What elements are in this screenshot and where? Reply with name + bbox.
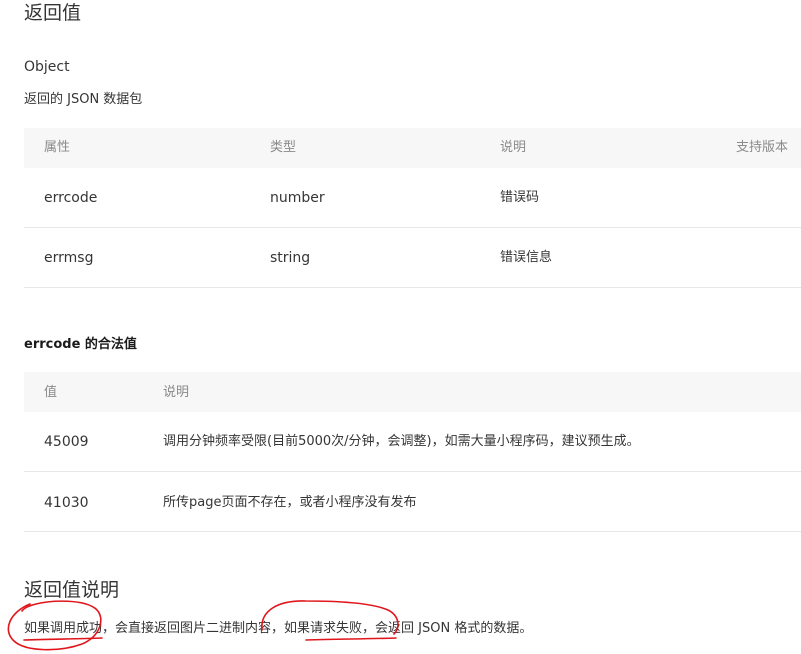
table-row: 45009 调用分钟频率受限(目前5000次/分钟，会调整)，如需大量小程序码，… [24, 412, 801, 471]
errcode-title: errcode 的合法值 [24, 337, 137, 352]
row-divider [24, 287, 801, 288]
return-desc-sentence: 如果调用成功，会直接返回图片二进制内容，如果请求失败，会返回 JSON 格式的数… [24, 619, 532, 639]
table-cell: 错误信息 [500, 250, 553, 265]
table-cell: errmsg [44, 250, 94, 266]
phrase-end: ，会返回 JSON 格式的数据。 [362, 621, 533, 636]
table-row: 41030 所传page页面不存在，或者小程序没有发布 [24, 472, 801, 531]
table-cell: string [270, 250, 311, 266]
table-cell: errcode [44, 190, 98, 206]
table-header-cell: 说明 [500, 140, 527, 155]
table-header-row: 值 说明 [24, 372, 801, 412]
phrase-middle: ，会直接返回图片二进制内容， [102, 621, 285, 636]
phrase-failure: 如果请求失败 [284, 621, 363, 636]
table-row: errmsg string 错误信息 [24, 228, 801, 287]
table-cell: 所传page页面不存在，或者小程序没有发布 [163, 495, 417, 510]
section-title-return-desc: 返回值说明 [24, 579, 120, 601]
table-cell: 45009 [44, 434, 89, 450]
table-cell: number [270, 190, 325, 206]
section-title-return-value: 返回值 [24, 2, 82, 24]
row-divider [24, 531, 801, 532]
phrase-success: 如果调用成功 [24, 621, 103, 636]
table-header-cell: 类型 [270, 140, 297, 155]
table-row: errcode number 错误码 [24, 168, 801, 227]
table-header-cell: 支持版本 [736, 140, 789, 155]
table-header-row: 属性 类型 说明 支持版本 [24, 128, 801, 168]
table-cell: 错误码 [500, 190, 540, 205]
table-header-cell: 属性 [44, 140, 71, 155]
table-cell: 41030 [44, 495, 89, 511]
table-cell: 调用分钟频率受限(目前5000次/分钟，会调整)，如需大量小程序码，建议预生成。 [163, 434, 640, 449]
return-desc: 返回的 JSON 数据包 [24, 92, 143, 107]
table-header-cell: 值 [44, 385, 58, 400]
table-header-cell: 说明 [163, 385, 190, 400]
return-type: Object [24, 59, 70, 75]
